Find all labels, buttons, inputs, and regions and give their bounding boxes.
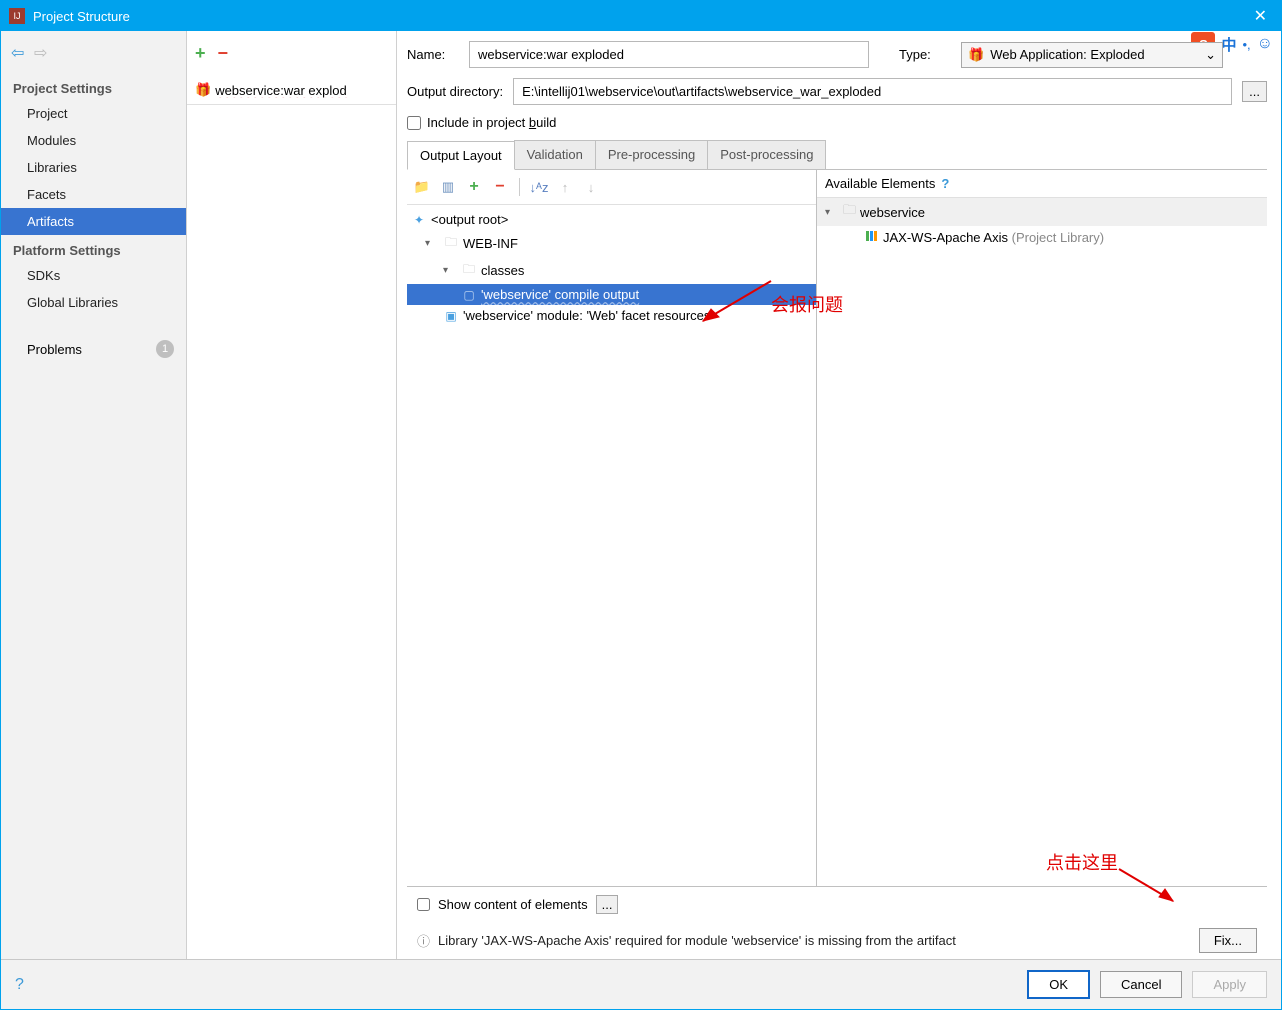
separator [519,178,520,196]
nav-modules[interactable]: Modules [1,127,186,154]
nav-facets[interactable]: Facets [1,181,186,208]
tree-webinf[interactable]: ▾ 🗀 WEB-INF [407,230,816,257]
name-label: Name: [407,47,459,62]
warning-icon: ⓘ [417,931,430,950]
output-tree[interactable]: ✦ <output root> ▾ 🗀 WEB-INF ▾ 🗀 classes [407,205,816,886]
main-panel: Name: Type: 🎁 Web Application: Exploded … [397,31,1281,959]
tree-add-icon[interactable]: + [463,176,485,198]
artifact-item[interactable]: 🎁 webservice:war explod [187,76,396,105]
web-facet-icon: ▣ [443,309,459,323]
outdir-label: Output directory: [407,84,503,99]
avail-module[interactable]: ▾ 🗀 webservice [817,198,1267,226]
type-label: Type: [899,47,951,62]
type-icon: 🎁 [968,47,984,63]
tree-remove-icon[interactable]: − [489,176,511,198]
help-button[interactable]: ? [15,976,24,994]
expand-icon[interactable]: ▾ [425,238,439,249]
nav-forward-icon: ⇨ [34,45,47,62]
tree-toolbar: 📁 ▥ + − ↓ᴬz ↑ ↓ [407,170,816,205]
expand-icon[interactable]: ▾ [443,265,457,276]
app-icon: IJ [9,8,25,24]
nav-problems[interactable]: Problems 1 [1,334,186,364]
new-folder-icon[interactable]: 📁 [411,176,433,198]
type-value: Web Application: Exploded [990,47,1144,62]
nav-artifacts[interactable]: Artifacts [1,208,186,235]
tab-validation[interactable]: Validation [514,140,596,169]
nav-global-libraries[interactable]: Global Libraries [1,289,186,316]
artifact-icon: 🎁 [195,82,211,98]
tab-output-layout[interactable]: Output Layout [407,141,515,170]
show-content-dots-button[interactable]: ... [596,895,619,914]
tree-classes[interactable]: ▾ 🗀 classes [407,257,816,284]
section-platform-settings: Platform Settings [1,235,186,262]
cancel-button[interactable]: Cancel [1100,971,1182,998]
warning-row: ⓘ Library 'JAX-WS-Apache Axis' required … [407,922,1267,959]
include-build-checkbox[interactable] [407,116,421,130]
nav-libraries[interactable]: Libraries [1,154,186,181]
outdir-input[interactable] [513,78,1232,105]
window-title: Project Structure [33,9,1248,24]
artifact-item-label: webservice:war explod [215,83,347,98]
problems-label: Problems [27,342,82,357]
outdir-browse-button[interactable]: ... [1242,81,1267,102]
tabs: Output Layout Validation Pre-processing … [407,140,1267,170]
show-content-label: Show content of elements [438,897,588,912]
expand-icon[interactable]: ▾ [825,207,839,218]
section-project-settings: Project Settings [1,73,186,100]
tree-compile-output[interactable]: ▢ 'webservice' compile output [407,284,816,305]
show-content-checkbox[interactable] [417,898,430,911]
include-build-label: Include in project build [427,115,556,130]
ok-button[interactable]: OK [1027,970,1090,999]
folder-icon: 🗀 [443,233,459,254]
warning-message: Library 'JAX-WS-Apache Axis' required fo… [438,933,1191,948]
help-icon[interactable]: ? [941,176,949,191]
type-select[interactable]: 🎁 Web Application: Exploded ⌄ [961,42,1223,68]
nav-sdks[interactable]: SDKs [1,262,186,289]
available-tree[interactable]: ▾ 🗀 webservice JAX-WS-Apache Axis (Proje… [817,198,1267,886]
dialog-buttons: ? OK Cancel Apply [1,959,1281,1009]
show-content-row: Show content of elements ... [407,886,1267,922]
titlebar: IJ Project Structure ✕ [1,1,1281,31]
tree-facet-resources[interactable]: ▣ 'webservice' module: 'Web' facet resou… [407,305,816,326]
chevron-down-icon: ⌄ [1205,47,1216,63]
remove-artifact-icon[interactable]: − [218,43,229,64]
tree-root[interactable]: ✦ <output root> [407,209,816,230]
move-down-icon: ↓ [580,176,602,198]
tab-postprocessing[interactable]: Post-processing [707,140,826,169]
nav-back-icon[interactable]: ⇦ [11,45,24,62]
available-elements-header: Available Elements ? [817,170,1267,198]
artifact-list: + − 🎁 webservice:war explod [187,31,397,959]
move-up-icon: ↑ [554,176,576,198]
module-output-icon: ▢ [461,288,477,302]
avail-library[interactable]: JAX-WS-Apache Axis (Project Library) [817,226,1267,249]
root-icon: ✦ [411,213,427,227]
apply-button: Apply [1192,971,1267,998]
tab-preprocessing[interactable]: Pre-processing [595,140,708,169]
new-archive-icon[interactable]: ▥ [437,176,459,198]
nav-project[interactable]: Project [1,100,186,127]
name-input[interactable] [469,41,869,68]
fix-button[interactable]: Fix... [1199,928,1257,953]
library-icon [865,229,879,246]
close-icon[interactable]: ✕ [1248,6,1273,26]
add-artifact-icon[interactable]: + [195,43,206,64]
module-icon: 🗀 [843,201,856,223]
folder-icon: 🗀 [461,260,477,281]
sort-icon[interactable]: ↓ᴬz [528,176,550,198]
sidebar: ⇦ ⇨ Project Settings Project Modules Lib… [1,31,187,959]
problems-badge: 1 [156,340,174,358]
